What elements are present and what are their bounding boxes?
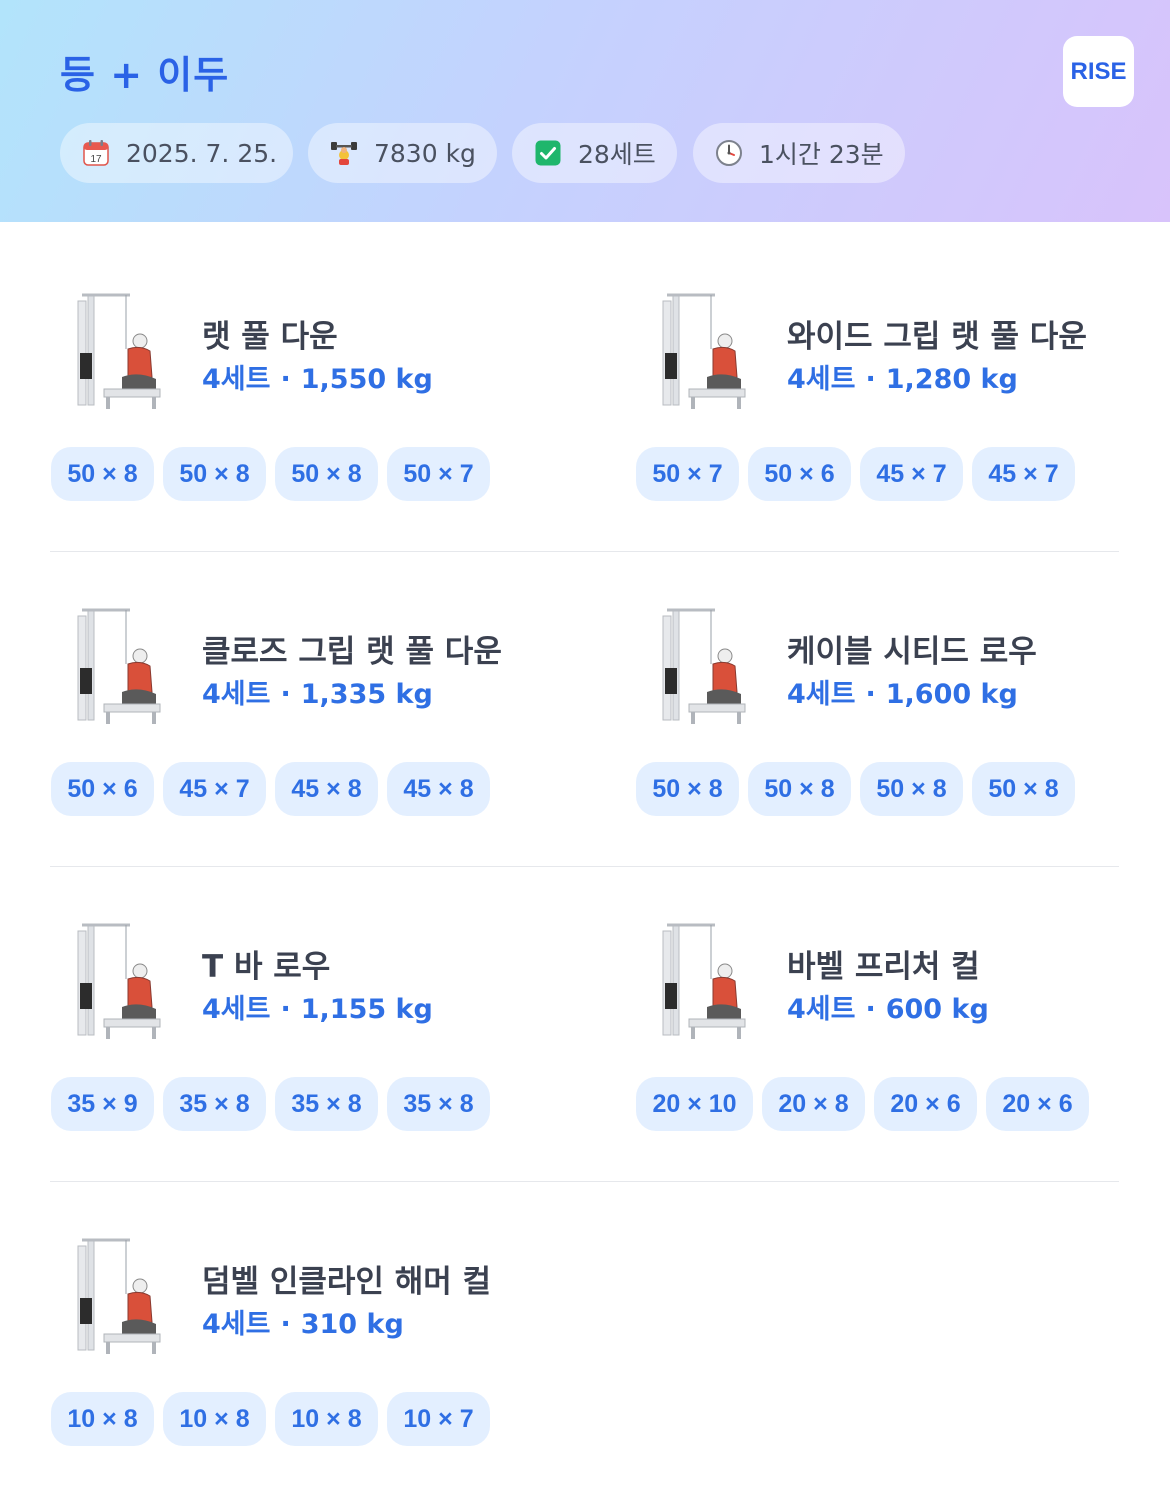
checkbox-icon [535,140,561,166]
duration-label: 1시간 23분 [759,140,884,169]
exercise-set-count: 4세트 [787,364,856,395]
exercise-summary: 4세트 · 600 kg [787,987,989,1026]
set-chip[interactable]: 50 × 8 [860,762,963,816]
exercise-name: 랫 풀 다운 [202,319,338,355]
exercise-set-count: 4세트 [787,679,856,710]
exercise-set-count: 4세트 [202,679,271,710]
set-chip[interactable]: 10 × 8 [275,1392,378,1446]
set-chip[interactable]: 20 × 6 [874,1077,977,1131]
set-chip[interactable]: 20 × 10 [636,1077,753,1131]
exercise-volume: 600 kg [885,994,989,1025]
lat-pulldown-illustration [77,293,161,409]
set-chip[interactable]: 35 × 8 [275,1077,378,1131]
exercise-volume: 310 kg [300,1309,404,1340]
app-logo: RISE [1063,36,1134,107]
exercise-summary: 4세트 · 1,155 kg [202,987,433,1026]
set-chip[interactable]: 50 × 7 [387,447,490,501]
clock-icon [716,140,742,166]
sets-chip: 28세트 [512,123,677,183]
exercise-name: 케이블 시티드 로우 [787,634,1037,670]
date-label: 2025. 7. 25. [126,138,278,168]
calendar-icon: 17 [83,140,109,166]
set-chip[interactable]: 45 × 8 [275,762,378,816]
exercise-volume: 1,280 kg [885,364,1018,395]
exercise-name: 와이드 그립 랫 풀 다운 [787,319,1087,355]
dumbbell-icon [331,142,357,165]
exercise-name: 클로즈 그립 랫 풀 다운 [202,634,502,670]
barbell-preacher-curl-illustration [662,923,746,1039]
exercise-volume: 1,155 kg [300,994,433,1025]
exercise-summary: 4세트 · 1,280 kg [787,357,1018,396]
exercise-summary: 4세트 · 1,600 kg [787,672,1018,711]
set-chip[interactable]: 50 × 8 [163,447,266,501]
set-chip[interactable]: 35 × 8 [163,1077,266,1131]
exercise-card[interactable]: 와이드 그립 랫 풀 다운 4세트 · 1,280 kg 50 × 7 50 × 64… [635,287,1170,507]
separator-dot: · [280,364,291,395]
set-chip[interactable]: 10 × 7 [387,1392,490,1446]
exercise-name: 덤벨 인클라인 해머 컬 [202,1264,492,1300]
set-chip[interactable]: 10 × 8 [51,1392,154,1446]
exercise-card[interactable]: 클로즈 그립 랫 풀 다운 4세트 · 1,335 kg 50 × 6 45 × 74… [50,602,590,822]
separator-dot: · [865,994,876,1025]
set-chip[interactable]: 50 × 8 [636,762,739,816]
wide-grip-lat-pulldown-illustration [662,293,746,409]
separator-dot: · [280,679,291,710]
exercise-summary: 4세트 · 310 kg [202,1302,404,1341]
row-divider [50,551,1119,552]
workout-title: 등 + 이두 [60,53,230,97]
exercise-set-count: 4세트 [202,994,271,1025]
separator-dot: · [865,679,876,710]
dumbbell-incline-hammer-curl-illustration [77,1238,161,1354]
svg-text:17: 17 [90,154,102,165]
cable-seated-row-illustration [662,608,746,724]
close-grip-lat-pulldown-illustration [77,608,161,724]
row-divider [50,866,1119,867]
exercise-name: T 바 로우 [202,949,331,985]
set-chip[interactable]: 20 × 8 [762,1077,865,1131]
separator-dot: · [865,364,876,395]
set-chip[interactable]: 50 × 8 [51,447,154,501]
set-chip[interactable]: 45 × 8 [387,762,490,816]
volume-label: 7830 kg [374,138,476,168]
set-chip[interactable]: 50 × 6 [51,762,154,816]
exercise-card[interactable]: 랫 풀 다운 4세트 · 1,550 kg 50 × 8 50 × 8 50 × 8 50… [50,287,590,507]
separator-dot: · [280,1309,291,1340]
exercise-summary: 4세트 · 1,550 kg [202,357,433,396]
exercise-card[interactable]: 케이블 시티드 로우 4세트 · 1,600 kg 50 × 8 50 × 8 50 ×… [635,602,1170,822]
row-divider [50,1181,1119,1182]
exercise-volume: 1,600 kg [885,679,1018,710]
set-chip[interactable]: 50 × 8 [275,447,378,501]
set-chip[interactable]: 20 × 6 [986,1077,1089,1131]
set-chip[interactable]: 45 × 7 [860,447,963,501]
set-chip[interactable]: 35 × 9 [51,1077,154,1131]
set-chip[interactable]: 10 × 8 [163,1392,266,1446]
volume-chip: 7830 kg [308,123,497,183]
set-chip[interactable]: 50 × 8 [972,762,1075,816]
set-chip[interactable]: 45 × 7 [972,447,1075,501]
exercise-set-count: 4세트 [202,1309,271,1340]
set-chip[interactable]: 35 × 8 [387,1077,490,1131]
set-chip[interactable]: 50 × 7 [636,447,739,501]
exercise-card[interactable]: 덤벨 인클라인 해머 컬 4세트 · 310 kg 10 × 8 10 × 8 10 ×… [50,1232,590,1452]
exercise-volume: 1,550 kg [300,364,433,395]
set-chip[interactable]: 45 × 7 [163,762,266,816]
separator-dot: · [280,994,291,1025]
workout-header: 등 + 이두 RISE 17 2025. 7. 25. 7830 kg 28세트… [0,0,1170,222]
set-chip[interactable]: 50 × 8 [748,762,851,816]
exercise-card[interactable]: T 바 로우 4세트 · 1,155 kg 35 × 9 35 × 8 35 × 8 35… [50,917,590,1137]
exercise-card[interactable]: 바벨 프리처 컬 4세트 · 600 kg 20 × 10 20 × 8 20 × 62… [635,917,1170,1137]
exercise-set-count: 4세트 [787,994,856,1025]
workout-summary: 등 + 이두 RISE 17 2025. 7. 25. 7830 kg 28세트… [0,0,1170,1506]
exercise-summary: 4세트 · 1,335 kg [202,672,433,711]
exercise-name: 바벨 프리처 컬 [787,949,980,985]
set-chip[interactable]: 50 × 6 [748,447,851,501]
sets-count-label: 28세트 [578,140,656,169]
t-bar-row-illustration [77,923,161,1039]
date-chip: 17 2025. 7. 25. [60,123,293,183]
duration-chip: 1시간 23분 [693,123,905,183]
exercise-set-count: 4세트 [202,364,271,395]
exercise-volume: 1,335 kg [300,679,433,710]
